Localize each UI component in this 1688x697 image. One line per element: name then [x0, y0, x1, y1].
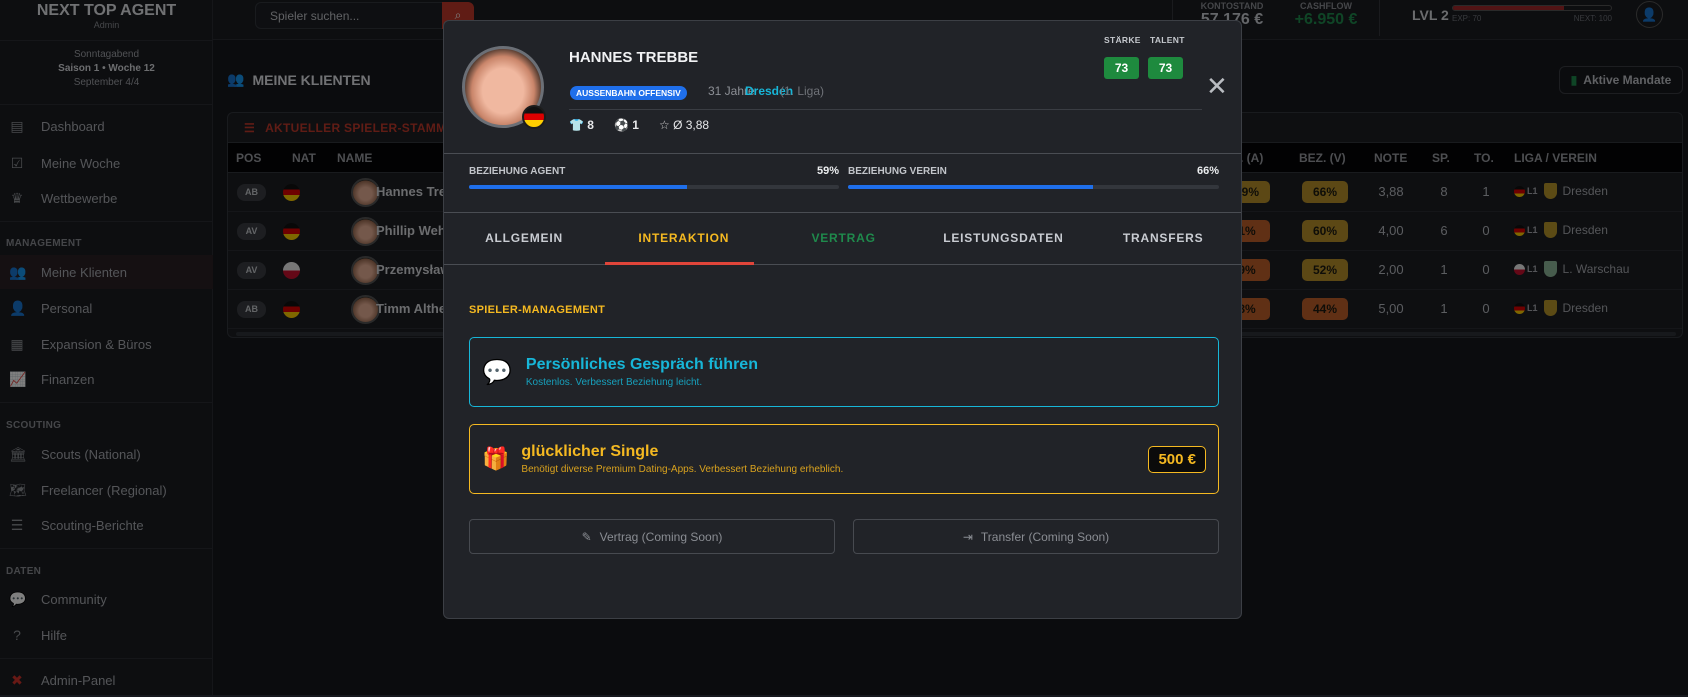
action-desc: Kostenlos. Verbessert Beziehung leicht.: [525, 377, 703, 388]
action-title: glücklicher Single: [521, 443, 659, 460]
tab-allgemein[interactable]: ALLGEMEIN: [444, 212, 604, 265]
goals-stat: ⚽ 1: [614, 118, 639, 132]
games-value: 8: [587, 118, 594, 132]
player-league: (1. Liga): [780, 84, 825, 98]
divider: [569, 109, 1202, 110]
action-title: Persönliches Gespräch führen: [525, 356, 758, 373]
rel-agent-bar: [469, 185, 839, 189]
sign-out-icon: ⇥: [962, 529, 973, 544]
rel-agent-value: 59%: [816, 165, 839, 177]
talent-value: 73: [1148, 57, 1183, 79]
close-button[interactable]: ✕: [1206, 73, 1228, 99]
rel-agent-label: BEZIEHUNG AGENT: [469, 166, 566, 177]
transfer-button[interactable]: ⇥ Transfer (Coming Soon): [853, 519, 1219, 554]
rel-club-value: 66%: [1196, 165, 1219, 177]
flag-germany-icon: [522, 105, 546, 129]
divider: [444, 264, 1241, 265]
tab-interaktion[interactable]: INTERAKTION: [604, 212, 764, 265]
staerke-label: STÄRKE: [1104, 35, 1141, 45]
action-text: Persönliches Gespräch führen Kostenlos. …: [526, 356, 758, 388]
file-signature-icon: ✎: [581, 529, 592, 544]
tab-leistungsdaten[interactable]: LEISTUNGSDATEN: [923, 212, 1083, 265]
active-tab-indicator: [605, 262, 754, 265]
tab-vertrag[interactable]: VERTRAG: [764, 212, 924, 265]
rating-value: Ø 3,88: [673, 118, 710, 132]
goals-value: 1: [632, 118, 639, 132]
star-half-icon: ☆: [658, 118, 670, 132]
rating-stat: ☆ Ø 3,88: [659, 118, 709, 132]
gift-icon: 🎁: [482, 446, 510, 471]
section-title: SPIELER-MANAGEMENT: [469, 304, 606, 316]
talent-label: TALENT: [1150, 35, 1185, 45]
position-badge: AUSSENBAHN OFFENSIV: [570, 86, 687, 100]
label: Transfer (Coming Soon): [980, 529, 1110, 544]
action-text: glücklicher Single Benötigt diverse Prem…: [521, 443, 843, 475]
divider: [444, 153, 1241, 154]
rel-club-bar: [848, 185, 1219, 189]
staerke-value: 73: [1104, 57, 1139, 79]
vertrag-button[interactable]: ✎ Vertrag (Coming Soon): [469, 519, 835, 554]
rel-club-label: BEZIEHUNG VEREIN: [848, 166, 947, 177]
tab-transfers[interactable]: TRANSFERS: [1083, 212, 1241, 265]
player-modal: HANNES TREBBE AUSSENBAHN OFFENSIV 31 Jah…: [443, 20, 1242, 619]
games-stat: 👕 8: [569, 118, 594, 132]
action-personal-talk[interactable]: 💬 Persönliches Gespräch führen Kostenlos…: [469, 337, 1219, 407]
player-name: HANNES TREBBE: [569, 49, 699, 66]
player-stats: 👕 8 ⚽ 1 ☆ Ø 3,88: [569, 118, 709, 132]
price-badge: 500 €: [1148, 445, 1206, 473]
action-happy-single[interactable]: 🎁 glücklicher Single Benötigt diverse Pr…: [469, 424, 1219, 494]
close-icon: ✕: [1206, 71, 1228, 101]
comments-icon: 💬: [482, 358, 512, 386]
action-desc: Benötigt diverse Premium Dating-Apps. Ve…: [521, 464, 844, 475]
football-icon: ⚽: [613, 118, 629, 132]
shirt-icon: 👕: [569, 118, 584, 132]
label: Vertrag (Coming Soon): [599, 529, 723, 544]
